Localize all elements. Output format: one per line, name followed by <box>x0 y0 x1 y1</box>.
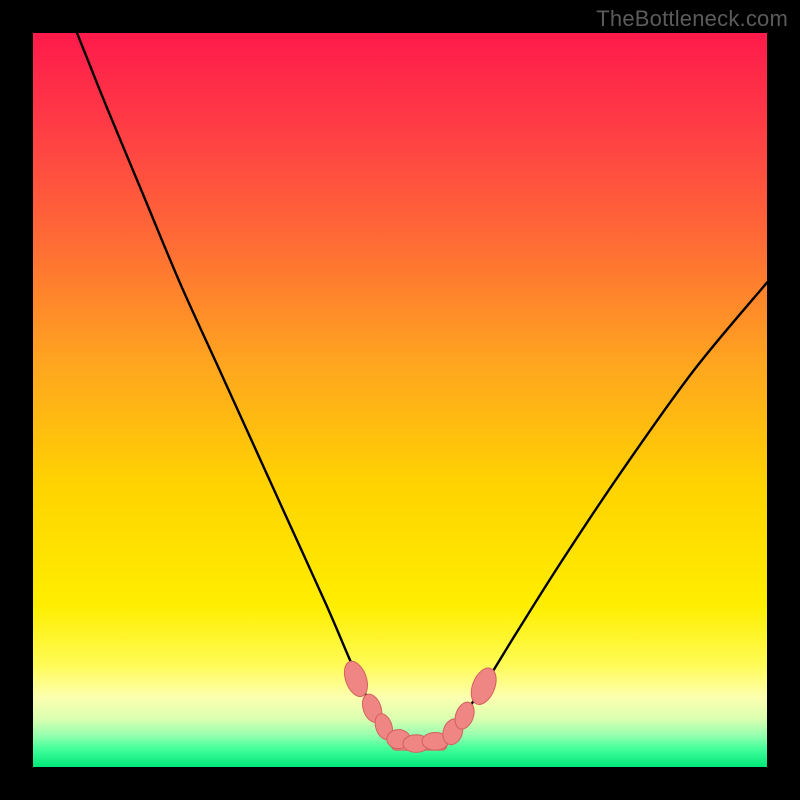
chart-frame: TheBottleneck.com <box>0 0 800 800</box>
watermark-text: TheBottleneck.com <box>596 6 788 32</box>
bottleneck-chart <box>33 33 767 767</box>
plot-area <box>33 33 767 767</box>
gradient-background <box>33 33 767 767</box>
